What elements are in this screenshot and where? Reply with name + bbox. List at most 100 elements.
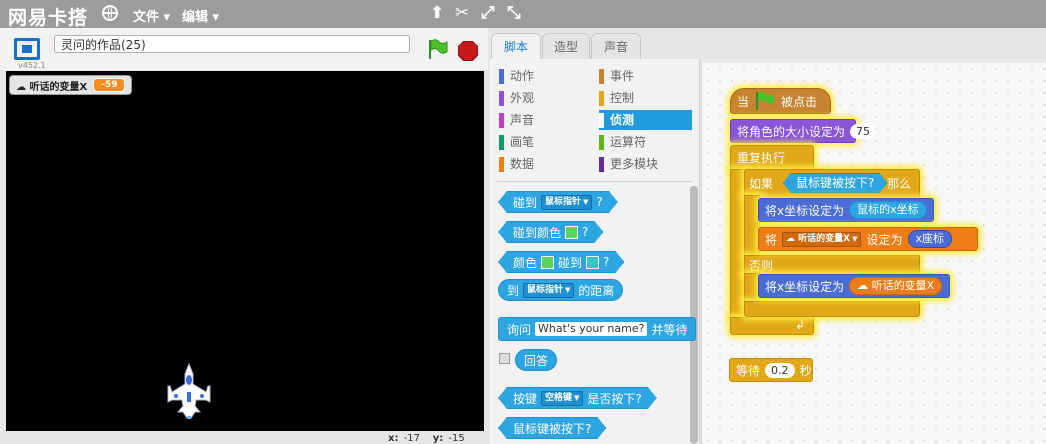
- key-pressed-block[interactable]: 按键 空格键 ▼ 是否按下?: [498, 387, 657, 409]
- category-sensing[interactable]: 侦测: [599, 110, 692, 130]
- set-x-to-mouse-block[interactable]: 将x坐标设定为 鼠标的x坐标: [758, 198, 934, 222]
- when-flag-clicked-block[interactable]: 当 被点击: [730, 88, 831, 114]
- app-logo[interactable]: 网易卡搭: [8, 3, 88, 30]
- block-label: 并等待: [651, 322, 688, 337]
- color-swatch[interactable]: [586, 256, 599, 269]
- answer-monitor-checkbox[interactable]: [499, 353, 510, 364]
- palette-scrollbar[interactable]: [690, 186, 698, 444]
- wait-block[interactable]: 等待 0.2 秒: [729, 358, 813, 382]
- distance-to-block[interactable]: 到 鼠标指针 ▼ 的距离: [498, 279, 624, 301]
- block-label: 碰到颜色: [513, 225, 562, 240]
- block-label: 询问: [507, 322, 532, 337]
- category-swatch: [599, 68, 604, 84]
- category-label: 运算符: [610, 135, 647, 149]
- x-coordinate-label: x:: [388, 433, 399, 444]
- block-label: 将x坐标设定为: [765, 279, 845, 294]
- else-label: 否则: [749, 259, 774, 273]
- block-label: 那么: [887, 177, 912, 191]
- color-swatch[interactable]: [541, 256, 554, 269]
- tab-costumes[interactable]: 造型: [542, 33, 590, 59]
- file-menu[interactable]: 文件 ▾: [133, 6, 170, 25]
- category-swatch: [499, 134, 504, 150]
- category-swatch: [499, 156, 504, 172]
- category-motion[interactable]: 动作: [499, 66, 592, 86]
- block-label: ?: [596, 195, 603, 209]
- wait-seconds-input[interactable]: 0.2: [765, 362, 795, 378]
- block-label: 碰到: [513, 195, 538, 210]
- edit-menu[interactable]: 编辑 ▾: [182, 6, 219, 25]
- mouse-down-condition[interactable]: 鼠标键被按下?: [783, 173, 887, 193]
- color-touching-color-block[interactable]: 颜色 碰到 ?: [498, 251, 624, 273]
- ask-text-input[interactable]: What's your name?: [535, 322, 648, 336]
- touching-color-block[interactable]: 碰到颜色 ?: [498, 221, 603, 243]
- spaceship-sprite[interactable]: [162, 362, 216, 420]
- mouse-down-block[interactable]: 鼠标键被按下?: [498, 417, 606, 439]
- green-flag-icon[interactable]: [426, 38, 448, 60]
- palette-divider: [497, 181, 692, 182]
- block-label: 碰到: [558, 255, 583, 270]
- color-swatch[interactable]: [565, 226, 578, 239]
- block-label: 的距离: [578, 283, 615, 298]
- fullscreen-icon[interactable]: [14, 38, 40, 60]
- tab-scripts[interactable]: 脚本: [491, 33, 541, 60]
- if-else-block[interactable]: 如果 鼠标键被按下? 那么: [744, 169, 920, 197]
- cut-icon[interactable]: ✂: [455, 4, 469, 22]
- stage[interactable]: [6, 71, 484, 431]
- category-swatch: [499, 90, 504, 106]
- touching-block[interactable]: 碰到 鼠标指针 ▼ ?: [498, 191, 618, 213]
- ask-and-wait-block[interactable]: 询问 What's your name? 并等待: [498, 317, 697, 341]
- answer-block[interactable]: 回答: [515, 349, 558, 371]
- dropdown-value: 鼠标指针: [527, 284, 564, 295]
- loop-arrow-icon: ↲: [795, 318, 806, 332]
- category-looks[interactable]: 外观: [499, 88, 592, 108]
- block-label: 如果: [749, 177, 774, 191]
- forever-footer: ↲: [730, 317, 814, 335]
- category-control[interactable]: 控制: [599, 88, 692, 108]
- grow-icon[interactable]: ⤢: [481, 4, 495, 22]
- category-swatch: [599, 134, 604, 150]
- stop-icon[interactable]: [458, 41, 478, 61]
- variable-monitor-label: ☁ 听话的变量X: [16, 81, 88, 93]
- if-else-footer: [744, 301, 920, 317]
- block-label: 等待: [736, 363, 761, 378]
- x-position-reporter[interactable]: x座标: [907, 230, 953, 248]
- category-label: 控制: [610, 91, 635, 105]
- block-label: 按键: [513, 391, 538, 406]
- block-label: 到: [507, 283, 520, 298]
- project-title-input[interactable]: 灵问的作品(25): [54, 35, 410, 53]
- block-label: 鼠标键被按下?: [513, 421, 592, 436]
- tab-sounds[interactable]: 声音: [591, 33, 641, 59]
- category-more-blocks[interactable]: 更多模块: [599, 154, 692, 174]
- block-label: ?: [603, 255, 610, 269]
- dropdown-value: ☁ 听话的变量X: [786, 233, 851, 244]
- variable-dropdown[interactable]: ☁ 听话的变量X ▼: [782, 231, 862, 247]
- green-flag-icon: [756, 91, 775, 110]
- category-events[interactable]: 事件: [599, 66, 692, 86]
- forever-block[interactable]: 重复执行: [730, 145, 814, 171]
- size-input[interactable]: 75: [850, 123, 877, 139]
- category-label: 画笔: [510, 135, 535, 149]
- shrink-icon[interactable]: ⤡: [507, 4, 521, 22]
- category-label: 更多模块: [610, 157, 659, 171]
- variable-reporter[interactable]: ☁ 听话的变量X: [849, 277, 943, 295]
- block-label: 颜色: [513, 255, 538, 270]
- language-globe-icon[interactable]: [102, 5, 118, 21]
- category-operators[interactable]: 运算符: [599, 132, 692, 152]
- stamp-icon[interactable]: ⬆: [430, 4, 444, 22]
- distance-dropdown[interactable]: 鼠标指针 ▼: [523, 282, 575, 298]
- set-variable-block[interactable]: 将 ☁ 听话的变量X ▼ 设定为 x座标: [758, 227, 978, 251]
- category-sound[interactable]: 声音: [499, 110, 592, 130]
- category-swatch: [599, 90, 604, 106]
- dropdown-value: 鼠标指针: [545, 196, 582, 207]
- set-size-block[interactable]: 将角色的大小设定为 75: [730, 119, 877, 143]
- category-swatch: [599, 156, 604, 172]
- mouse-x-reporter[interactable]: 鼠标的x坐标: [849, 201, 927, 219]
- variable-monitor: ☁ 听话的变量X -59: [9, 75, 133, 95]
- category-data[interactable]: 数据: [499, 154, 592, 174]
- key-dropdown[interactable]: 空格键 ▼: [541, 391, 583, 406]
- touching-dropdown[interactable]: 鼠标指针 ▼: [541, 195, 592, 210]
- block-label: 是否按下?: [587, 391, 642, 406]
- set-x-to-variable-block[interactable]: 将x坐标设定为 ☁ 听话的变量X: [758, 274, 950, 298]
- category-pen[interactable]: 画笔: [499, 132, 592, 152]
- category-label: 侦测: [610, 113, 635, 127]
